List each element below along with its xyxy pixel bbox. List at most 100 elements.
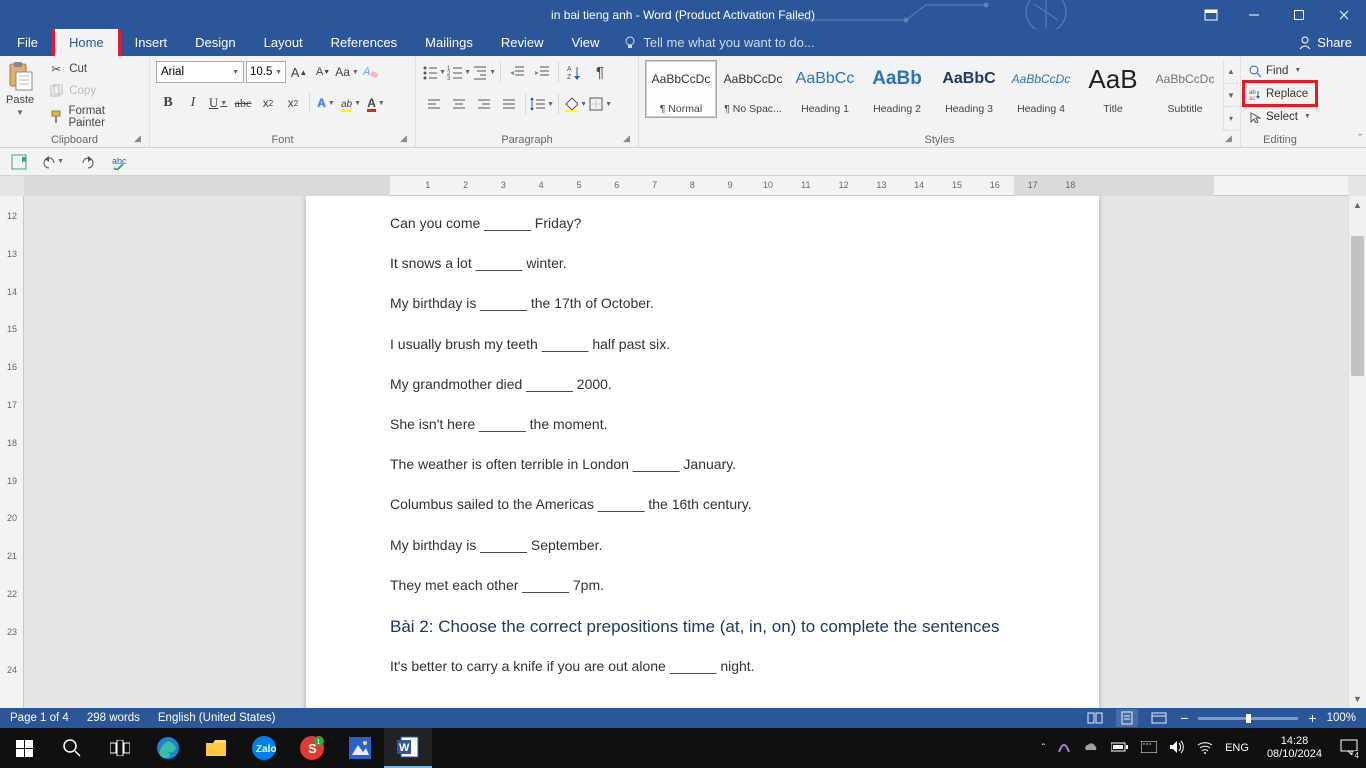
document-line[interactable]: My grandmother died ______ 2000. xyxy=(390,375,1015,393)
tray-clock[interactable]: 14:28 08/10/2024 xyxy=(1261,735,1328,760)
zoom-level[interactable]: 100% xyxy=(1327,712,1356,724)
spellcheck-button[interactable]: abc xyxy=(110,151,132,173)
taskbar-app-skype[interactable]: S1 xyxy=(288,728,336,768)
tray-keyboard-lang[interactable] xyxy=(1141,741,1157,756)
tab-home[interactable]: Home xyxy=(55,29,118,56)
clear-formatting-button[interactable]: A xyxy=(360,61,382,83)
horizontal-ruler[interactable]: 123456789101112131415161718 xyxy=(24,176,1348,196)
scroll-thumb[interactable] xyxy=(1351,236,1364,376)
read-mode-button[interactable] xyxy=(1084,709,1106,727)
align-right-button[interactable] xyxy=(472,92,496,116)
align-center-button[interactable] xyxy=(447,92,471,116)
select-button[interactable]: Select▼ xyxy=(1245,106,1315,127)
italic-button[interactable]: I xyxy=(181,91,205,115)
strikethrough-button[interactable]: abc xyxy=(231,91,255,115)
grow-font-button[interactable]: A▲ xyxy=(288,61,310,83)
tab-review[interactable]: Review xyxy=(487,29,558,56)
zoom-knob[interactable] xyxy=(1246,714,1251,723)
vertical-ruler[interactable]: 12131415161718192021222324 xyxy=(0,196,24,708)
underline-button[interactable]: U▼ xyxy=(206,91,230,115)
tell-me-search[interactable]: Tell me what you want to do... xyxy=(613,29,824,56)
style-s-h4[interactable]: AaBbCcDcHeading 4 xyxy=(1005,60,1077,118)
styles-launcher[interactable]: ◢ xyxy=(1225,133,1237,145)
close-button[interactable] xyxy=(1321,0,1366,29)
taskbar-app-explorer[interactable] xyxy=(192,728,240,768)
style-s-sub[interactable]: AaBbCcDcSubtitle xyxy=(1149,60,1221,118)
font-size-combo[interactable]: 10.5▼ xyxy=(246,61,286,83)
align-left-button[interactable] xyxy=(422,92,446,116)
web-layout-button[interactable] xyxy=(1148,709,1170,727)
increase-indent-button[interactable] xyxy=(530,60,554,84)
style-s-normal[interactable]: AaBbCcDc¶ Normal xyxy=(645,60,717,118)
document-heading[interactable]: Bài 2: Choose the correct prepositions t… xyxy=(390,616,1015,639)
superscript-button[interactable]: x2 xyxy=(281,91,305,115)
paste-button[interactable]: Paste ▼ xyxy=(0,56,40,131)
tab-layout[interactable]: Layout xyxy=(250,29,317,56)
paragraph-launcher[interactable]: ◢ xyxy=(623,133,635,145)
borders-button[interactable]: ▼ xyxy=(588,92,612,116)
document-line[interactable]: The weather is often terrible in London … xyxy=(390,455,1015,473)
style-s-title[interactable]: AaBTitle xyxy=(1077,60,1149,118)
status-words[interactable]: 298 words xyxy=(87,712,140,724)
document-page[interactable]: Can you come ______ Friday? It snows a lo… xyxy=(306,196,1099,708)
task-view-button[interactable] xyxy=(96,728,144,768)
styles-expand[interactable]: ▾ xyxy=(1224,107,1238,131)
print-layout-button[interactable] xyxy=(1116,709,1138,727)
tab-design[interactable]: Design xyxy=(181,29,249,56)
vertical-scrollbar[interactable]: ▲ ▼ xyxy=(1348,196,1366,708)
tray-notifications[interactable]: 4 xyxy=(1340,739,1358,758)
taskbar-app-edge[interactable] xyxy=(144,728,192,768)
zoom-in-button[interactable]: + xyxy=(1308,710,1316,726)
share-button[interactable]: Share xyxy=(1284,29,1366,56)
shrink-font-button[interactable]: A▼ xyxy=(312,61,334,83)
maximize-button[interactable] xyxy=(1276,0,1321,29)
start-button[interactable] xyxy=(0,728,48,768)
tray-battery-icon[interactable] xyxy=(1111,742,1129,755)
taskbar-app-photos[interactable] xyxy=(336,728,384,768)
redo-button[interactable] xyxy=(76,151,98,173)
qat-save-selection[interactable] xyxy=(8,151,30,173)
subscript-button[interactable]: x2 xyxy=(256,91,280,115)
decrease-indent-button[interactable] xyxy=(505,60,529,84)
tray-language[interactable]: ENG xyxy=(1225,742,1249,754)
shading-button[interactable]: ▼ xyxy=(563,92,587,116)
taskbar-app-zalo[interactable]: Zalo xyxy=(240,728,288,768)
document-line[interactable]: I usually brush my teeth ______ half pas… xyxy=(390,335,1015,353)
tab-references[interactable]: References xyxy=(317,29,411,56)
tray-volume-icon[interactable] xyxy=(1169,740,1185,757)
justify-button[interactable] xyxy=(497,92,521,116)
style-s-h2[interactable]: AaBbHeading 2 xyxy=(861,60,933,118)
replace-button[interactable]: abacReplace xyxy=(1245,83,1315,104)
taskbar-app-word[interactable]: W xyxy=(384,728,432,768)
sort-button[interactable]: AZ xyxy=(563,60,587,84)
change-case-button[interactable]: Aa▼ xyxy=(336,61,358,83)
tray-show-hidden[interactable]: ˆ xyxy=(1042,743,1045,754)
copy-button[interactable]: Copy xyxy=(46,82,143,100)
document-line[interactable]: Columbus sailed to the Americas ______ t… xyxy=(390,495,1015,513)
bullets-button[interactable]: ▼ xyxy=(422,60,446,84)
numbering-button[interactable]: 123▼ xyxy=(447,60,471,84)
font-color-button[interactable]: A▼ xyxy=(364,91,388,115)
tab-insert[interactable]: Insert xyxy=(121,29,182,56)
styles-scroll-up[interactable]: ▲ xyxy=(1224,60,1238,84)
document-line[interactable]: It snows a lot ______ winter. xyxy=(390,254,1015,272)
cut-button[interactable]: ✂Cut xyxy=(46,60,143,78)
multilevel-list-button[interactable]: ▼ xyxy=(472,60,496,84)
tab-view[interactable]: View xyxy=(557,29,613,56)
font-launcher[interactable]: ◢ xyxy=(400,133,412,145)
tray-onedrive-icon[interactable] xyxy=(1083,741,1099,756)
clipboard-launcher[interactable]: ◢ xyxy=(134,133,146,145)
style-s-h1[interactable]: AaBbCcHeading 1 xyxy=(789,60,861,118)
document-line[interactable]: It's better to carry a knife if you are … xyxy=(390,657,1015,675)
scroll-up-arrow[interactable]: ▲ xyxy=(1349,196,1366,214)
minimize-button[interactable] xyxy=(1231,0,1276,29)
highlight-button[interactable]: ab▼ xyxy=(339,91,363,115)
search-button[interactable] xyxy=(48,728,96,768)
ribbon-display-options[interactable] xyxy=(1196,0,1226,29)
tray-wifi-icon[interactable] xyxy=(1197,740,1213,757)
collapse-ribbon-button[interactable]: ˆ xyxy=(1358,133,1362,145)
tab-mailings[interactable]: Mailings xyxy=(411,29,487,56)
font-name-combo[interactable]: Arial▼ xyxy=(156,61,244,83)
document-line[interactable]: My birthday is ______ September. xyxy=(390,536,1015,554)
document-line[interactable]: Can you come ______ Friday? xyxy=(390,214,1015,232)
